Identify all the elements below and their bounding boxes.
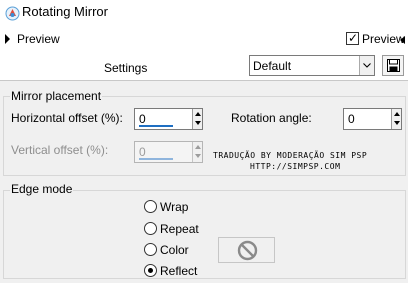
- save-preset-button[interactable]: [382, 55, 404, 76]
- radio-wrap-label[interactable]: Wrap: [160, 200, 188, 214]
- chevron-down-icon: [363, 63, 371, 68]
- settings-selected-value: Default: [253, 59, 292, 73]
- collapse-arrow-icon: [400, 36, 405, 44]
- spin-up-icon[interactable]: [195, 112, 201, 116]
- spinner-buttons[interactable]: [391, 109, 401, 129]
- radio-color[interactable]: [144, 243, 157, 256]
- spin-up-icon[interactable]: [394, 112, 400, 116]
- preview-checkbox[interactable]: ✓: [346, 31, 359, 45]
- spin-down-icon[interactable]: [195, 121, 201, 125]
- credit-watermark-line-1: TRADUÇÃO BY MODERAÇÃO SIM PSP: [213, 151, 368, 160]
- vertical-offset-label: Vertical offset (%):: [11, 143, 109, 157]
- no-color-icon: [237, 240, 258, 261]
- expand-arrow-icon[interactable]: [5, 34, 10, 44]
- vertical-offset-value: 0: [139, 145, 146, 159]
- edge-mode-legend: Edge mode: [10, 182, 74, 196]
- horizontal-offset-label: Horizontal offset (%):: [11, 111, 123, 125]
- app-icon: [5, 6, 20, 21]
- preview-toggle-label[interactable]: Preview: [17, 32, 60, 46]
- radio-reflect-label[interactable]: Reflect: [160, 264, 197, 278]
- rotation-angle-spinner[interactable]: 0: [343, 108, 402, 130]
- value-slider-bar: [139, 158, 173, 160]
- mirror-placement-legend: Mirror placement: [10, 89, 103, 103]
- edge-color-swatch[interactable]: [218, 237, 275, 263]
- horizontal-offset-spinner[interactable]: 0: [134, 108, 203, 130]
- radio-reflect[interactable]: [144, 264, 157, 277]
- credit-watermark-line-2: HTTP://SIMPSP.COM: [250, 162, 341, 171]
- vertical-offset-spinner: 0: [134, 141, 203, 163]
- radio-repeat-label[interactable]: Repeat: [160, 222, 199, 236]
- horizontal-offset-value[interactable]: 0: [139, 112, 146, 126]
- radio-color-label[interactable]: Color: [160, 243, 189, 257]
- radio-repeat[interactable]: [144, 222, 157, 235]
- spin-up-icon: [195, 145, 201, 149]
- spin-down-icon[interactable]: [394, 121, 400, 125]
- spinner-buttons[interactable]: [192, 109, 202, 129]
- edge-mode-group: [3, 190, 406, 279]
- settings-dropdown[interactable]: Default: [249, 55, 375, 76]
- radio-selected-dot: [148, 268, 153, 273]
- spinner-buttons: [192, 142, 202, 162]
- rotation-angle-value[interactable]: 0: [348, 112, 355, 126]
- settings-dropdown-button[interactable]: [359, 56, 374, 75]
- rotation-angle-label: Rotation angle:: [231, 111, 312, 125]
- settings-label: Settings: [104, 61, 148, 75]
- collapse-button[interactable]: [398, 34, 408, 46]
- save-icon: [387, 59, 400, 72]
- window-title: Rotating Mirror: [22, 4, 108, 19]
- radio-wrap[interactable]: [144, 200, 157, 213]
- checkmark-icon: ✓: [348, 31, 359, 45]
- value-slider-bar[interactable]: [139, 125, 173, 127]
- spin-down-icon: [195, 154, 201, 158]
